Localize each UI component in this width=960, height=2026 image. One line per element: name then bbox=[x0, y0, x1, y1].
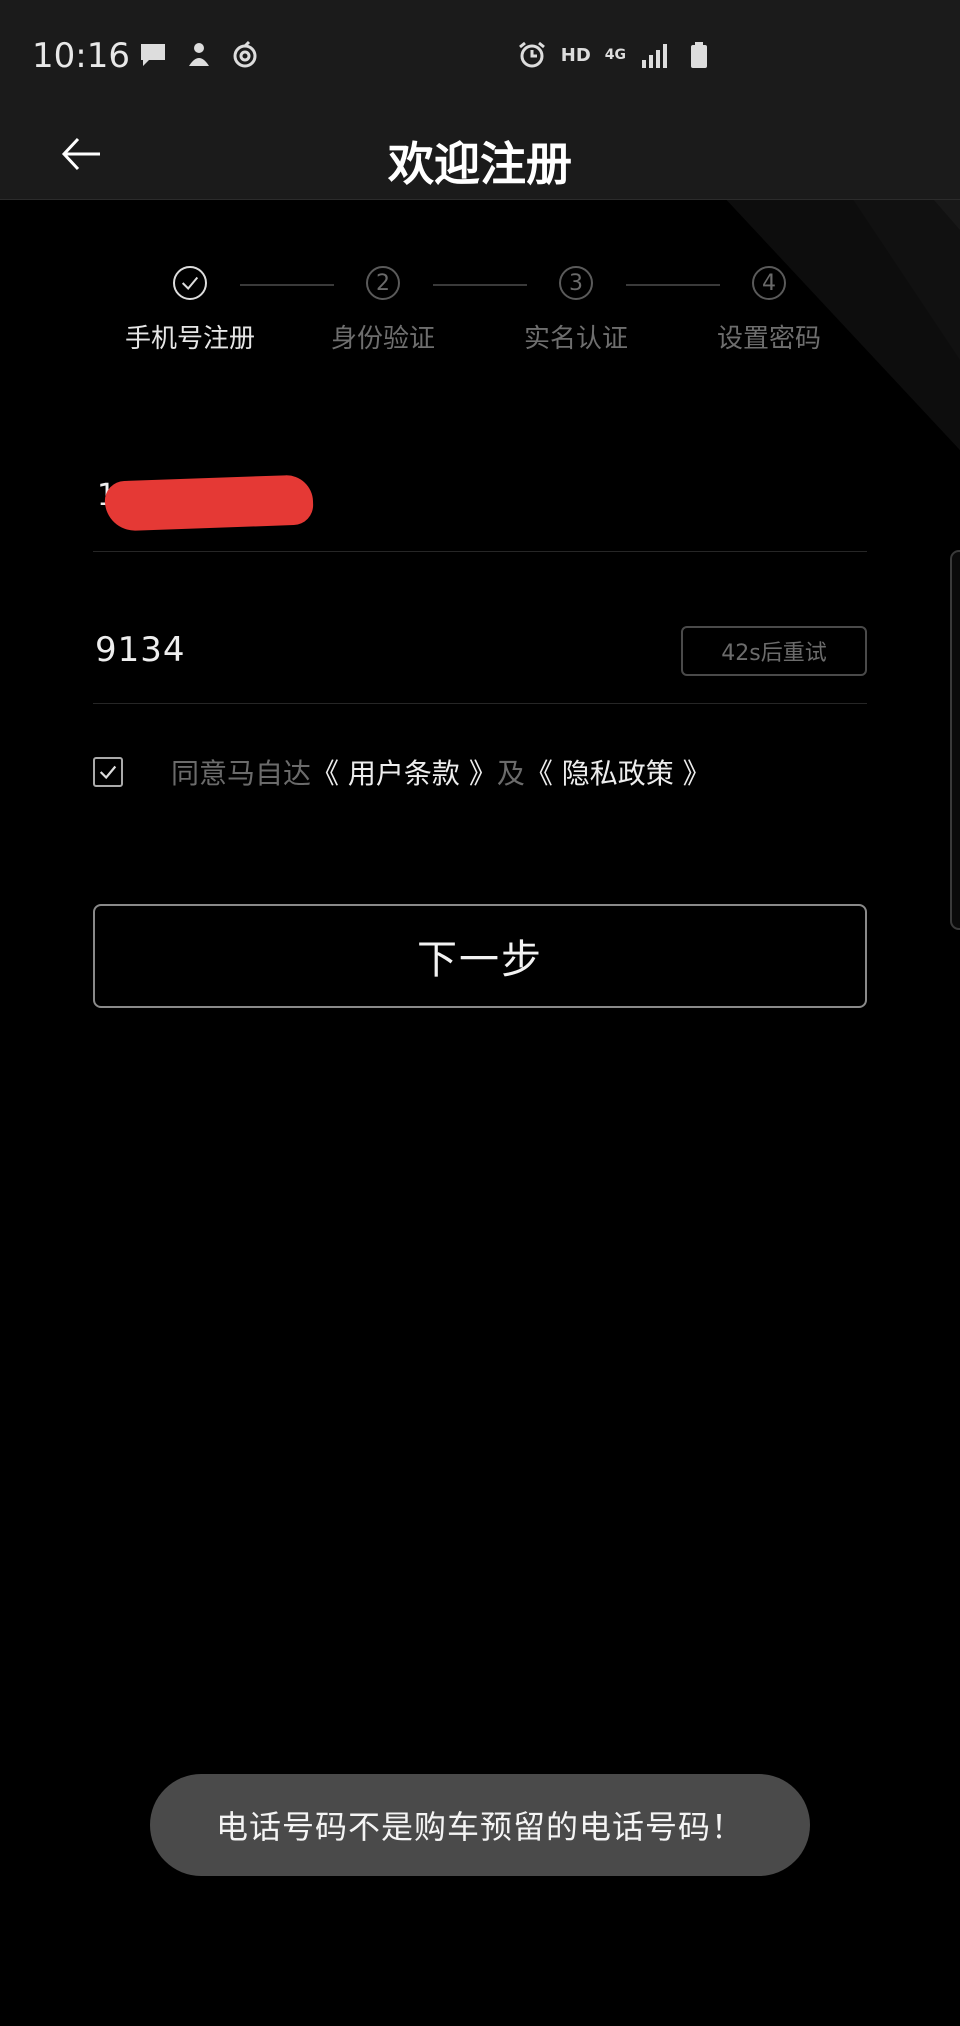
registration-page: 10:16 HD 4G 欢迎注册 手机号注册 2 身份验证 3 实名认证 4 设… bbox=[0, 0, 960, 2026]
step-label: 设置密码 bbox=[716, 324, 821, 354]
status-bar: 10:16 HD 4G bbox=[0, 0, 960, 110]
resend-code-button[interactable]: 42s后重试 bbox=[681, 626, 867, 676]
music-app-icon bbox=[230, 40, 260, 70]
step-label: 实名认证 bbox=[523, 324, 628, 354]
hd-indicator: HD bbox=[560, 44, 591, 66]
step-set-password: 4 设置密码 bbox=[669, 262, 869, 355]
step-phone-registration: 手机号注册 bbox=[90, 262, 290, 355]
page-title: 欢迎注册 bbox=[388, 137, 572, 191]
step-number: 2 bbox=[366, 266, 400, 300]
network-type: 4G bbox=[604, 47, 626, 63]
verification-code-field[interactable]: 9134 42s后重试 bbox=[93, 594, 867, 704]
agreement-row: 同意马自达《 用户条款 》及《 隐私政策 》 bbox=[93, 752, 893, 792]
next-step-button[interactable]: 下一步 bbox=[93, 904, 867, 1008]
step-identity-verification: 2 身份验证 bbox=[283, 262, 483, 355]
agreement-and: 及 bbox=[496, 757, 525, 790]
toast-message: 电话号码不是购车预留的电话号码！ bbox=[150, 1774, 810, 1876]
check-icon bbox=[181, 276, 199, 290]
agreement-text: 同意马自达《 用户条款 》及《 隐私政策 》 bbox=[171, 752, 711, 792]
phone-field[interactable]: 1 4 bbox=[93, 440, 867, 552]
app-header: 欢迎注册 bbox=[0, 110, 960, 200]
registration-stepper: 手机号注册 2 身份验证 3 实名认证 4 设置密码 bbox=[0, 262, 960, 362]
status-time: 10:16 bbox=[32, 36, 130, 76]
step-label: 手机号注册 bbox=[124, 324, 255, 354]
signal-icon bbox=[640, 40, 670, 70]
check-icon bbox=[99, 765, 117, 780]
step-done-circle bbox=[173, 266, 207, 300]
app-notification-icon bbox=[184, 40, 214, 70]
status-notification-icons bbox=[138, 40, 260, 70]
user-terms-link[interactable]: 《 用户条款 》 bbox=[311, 757, 497, 790]
battery-icon bbox=[684, 40, 714, 70]
privacy-policy-link[interactable]: 《 隐私政策 》 bbox=[525, 757, 711, 790]
message-icon bbox=[138, 40, 168, 70]
agreement-checkbox[interactable] bbox=[93, 757, 123, 787]
verification-code-input[interactable]: 9134 bbox=[95, 630, 186, 670]
agreement-prefix: 同意马自达 bbox=[171, 757, 312, 790]
step-number: 4 bbox=[752, 266, 786, 300]
edge-panel-handle[interactable] bbox=[950, 550, 960, 930]
redaction-mark bbox=[104, 474, 314, 532]
step-number: 3 bbox=[559, 266, 593, 300]
step-label: 身份验证 bbox=[330, 324, 435, 354]
alarm-icon bbox=[517, 40, 547, 70]
status-system-icons: HD 4G bbox=[517, 40, 714, 70]
step-real-name-auth: 3 实名认证 bbox=[476, 262, 676, 355]
